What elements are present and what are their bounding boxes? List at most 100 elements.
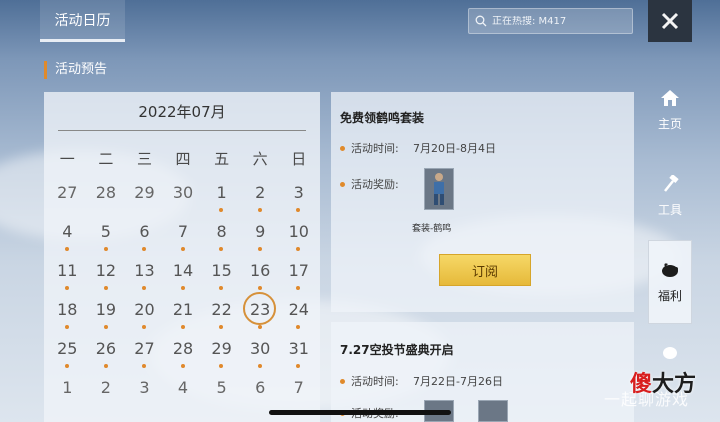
calendar-day[interactable]: 17 bbox=[279, 260, 318, 298]
event-reward-row: 活动奖励: bbox=[340, 176, 413, 192]
event-dot-marker bbox=[142, 364, 147, 368]
calendar-day[interactable]: 28 bbox=[87, 182, 126, 220]
day-number: 17 bbox=[288, 261, 309, 280]
calendar-day[interactable]: 28 bbox=[164, 338, 203, 376]
calendar-day[interactable]: 21 bbox=[164, 299, 203, 337]
calendar-day[interactable]: 13 bbox=[125, 260, 164, 298]
day-number: 15 bbox=[211, 261, 232, 280]
calendar-day[interactable]: 27 bbox=[48, 182, 87, 220]
search-input[interactable] bbox=[492, 15, 628, 27]
weekday-header: 一二三四五六日 bbox=[48, 148, 318, 169]
calendar-day[interactable]: 5 bbox=[202, 377, 241, 415]
event-dot-marker bbox=[219, 286, 224, 290]
home-indicator[interactable] bbox=[269, 410, 451, 415]
event-time-value: 7月22日-7月26日 bbox=[413, 375, 503, 388]
calendar-day[interactable]: 2 bbox=[87, 377, 126, 415]
event-dot-marker bbox=[103, 286, 108, 290]
weekday-label: 三 bbox=[136, 150, 152, 168]
character-outfit-icon bbox=[434, 173, 444, 205]
calendar-day[interactable]: 3 bbox=[125, 377, 164, 415]
event-card: 7.27空投节盛典开启 活动时间: 7月22日-7月26日 活动奖励: bbox=[331, 322, 634, 422]
day-number: 7 bbox=[177, 222, 189, 241]
nav-label: 主页 bbox=[657, 116, 682, 131]
calendar-day[interactable]: 1 bbox=[202, 182, 241, 220]
calendar-day[interactable]: 8 bbox=[202, 221, 241, 259]
event-dot-marker bbox=[219, 247, 224, 251]
event-dot-marker bbox=[257, 364, 262, 368]
calendar-day[interactable]: 29 bbox=[125, 182, 164, 220]
calendar-day[interactable]: 5 bbox=[87, 221, 126, 259]
event-time-row: 活动时间: 7月20日-8月4日 bbox=[340, 140, 496, 156]
calendar-week-row: 18 19 20 21 22 23 24 bbox=[48, 292, 318, 337]
calendar-day[interactable]: 15 bbox=[202, 260, 241, 298]
event-card: 免费领鹤鸣套装 活动时间: 7月20日-8月4日 活动奖励: 套装-鹤鸣 订阅 bbox=[331, 92, 634, 312]
calendar-day[interactable]: 20 bbox=[125, 299, 164, 337]
event-time-label: 活动时间: bbox=[351, 142, 399, 155]
event-dot-marker bbox=[180, 247, 185, 251]
calendar-day[interactable]: 2 bbox=[241, 182, 280, 220]
calendar-day[interactable]: 6 bbox=[125, 221, 164, 259]
tab-activity-calendar[interactable]: 活动日历 bbox=[40, 0, 125, 42]
day-number: 10 bbox=[288, 222, 309, 241]
calendar-day[interactable]: 14 bbox=[164, 260, 203, 298]
event-dot-marker bbox=[65, 364, 69, 368]
calendar-day[interactable]: 9 bbox=[241, 221, 280, 259]
section-title: 活动预告 bbox=[44, 61, 107, 79]
nav-item-tools[interactable]: 工具 bbox=[648, 154, 692, 238]
calendar-day[interactable]: 27 bbox=[125, 338, 164, 376]
nav-item-home[interactable]: 主页 bbox=[648, 68, 692, 152]
event-time-row: 活动时间: 7月22日-7月26日 bbox=[340, 373, 503, 389]
event-dot-marker bbox=[257, 247, 262, 251]
calendar-day[interactable]: 25 bbox=[48, 338, 87, 376]
calendar-day[interactable]: 11 bbox=[48, 260, 87, 298]
weekday-label: 二 bbox=[98, 150, 114, 168]
event-dot-marker bbox=[219, 208, 224, 212]
calendar-day[interactable]: 26 bbox=[87, 338, 126, 376]
calendar-panel: 2022年07月 一二三四五六日 27 28 29 30 1 2 3 4 5 6 7 8 9 10 11 12… bbox=[44, 92, 320, 422]
calendar-day[interactable]: 1 bbox=[48, 377, 87, 415]
chat-icon bbox=[663, 347, 677, 359]
calendar-day[interactable]: 19 bbox=[87, 299, 126, 337]
day-number: 28 bbox=[172, 339, 194, 358]
calendar-day[interactable]: 4 bbox=[48, 221, 87, 259]
day-number: 12 bbox=[95, 261, 117, 280]
calendar-day[interactable]: 12 bbox=[87, 260, 126, 298]
day-number: 9 bbox=[255, 222, 266, 241]
day-number: 11 bbox=[57, 261, 78, 280]
subscribe-button[interactable]: 订阅 bbox=[439, 254, 531, 286]
calendar-day[interactable]: 29 bbox=[202, 338, 241, 376]
calendar-day[interactable]: 7 bbox=[164, 221, 203, 259]
day-number: 8 bbox=[216, 222, 227, 241]
home-icon bbox=[661, 89, 679, 106]
reward-item-thumbnail[interactable] bbox=[478, 400, 508, 422]
search-box[interactable] bbox=[468, 8, 633, 34]
event-reward-label: 活动奖励: bbox=[351, 178, 399, 191]
day-number: 24 bbox=[288, 300, 309, 319]
brand-first: 傻 bbox=[630, 372, 653, 397]
calendar-day[interactable]: 30 bbox=[241, 338, 280, 376]
calendar-day[interactable]: 18 bbox=[48, 299, 87, 337]
calendar-day[interactable]: 4 bbox=[164, 377, 203, 415]
calendar-day-selected[interactable]: 23 bbox=[241, 292, 280, 337]
calendar-day[interactable]: 31 bbox=[279, 338, 318, 376]
day-number: 1 bbox=[216, 183, 227, 202]
day-number: 3 bbox=[293, 183, 304, 202]
day-number: 2 bbox=[255, 183, 266, 202]
calendar-day[interactable]: 24 bbox=[279, 299, 318, 337]
day-number: 16 bbox=[250, 261, 271, 280]
calendar-divider bbox=[58, 130, 306, 131]
event-dot-marker bbox=[296, 208, 301, 212]
close-button[interactable] bbox=[648, 0, 692, 42]
nav-label: 工具 bbox=[657, 202, 682, 217]
brand-logo: 傻大方 bbox=[630, 366, 696, 398]
nav-item-welfare[interactable]: 福利 bbox=[648, 240, 692, 324]
event-dot-marker bbox=[296, 364, 301, 368]
calendar-day[interactable]: 30 bbox=[164, 182, 203, 220]
brand-rest: 大方 bbox=[652, 372, 697, 397]
calendar-day[interactable]: 22 bbox=[202, 299, 241, 337]
calendar-day[interactable]: 10 bbox=[279, 221, 318, 259]
day-number: 18 bbox=[57, 300, 78, 319]
calendar-day[interactable]: 3 bbox=[279, 182, 318, 220]
search-icon bbox=[475, 15, 487, 27]
reward-item-thumbnail[interactable] bbox=[424, 168, 454, 210]
